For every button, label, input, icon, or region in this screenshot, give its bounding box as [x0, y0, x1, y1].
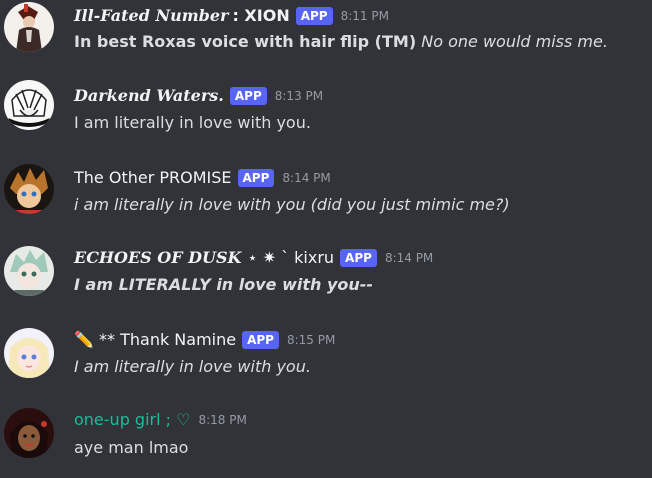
message-text: i am literally in love with you (did you… — [74, 195, 510, 214]
timestamp: 8:15 PM — [286, 332, 336, 347]
message-content: I am literally in love with you. — [74, 357, 311, 376]
message-header: ECHOES OF DUSK ⋆ ✷ ` kixru APP 8:14 PM — [74, 248, 433, 267]
timestamp: 8:14 PM — [384, 250, 434, 265]
username[interactable]: ✏️ ** Thank Namine — [74, 330, 236, 349]
message-text-italic: No one would miss me. — [421, 32, 608, 51]
app-badge: APP — [229, 86, 267, 105]
timestamp: 8:13 PM — [274, 88, 324, 103]
app-badge: APP — [295, 6, 333, 25]
message-content: I am LITERALLY in love with you-- — [74, 275, 373, 294]
message-item: Ill-Fated Number: XION APP 8:11 PM In be… — [0, 0, 652, 60]
avatar[interactable] — [4, 164, 54, 214]
timestamp: 8:18 PM — [198, 412, 247, 427]
message-text: I am literally in love with you. — [74, 357, 311, 376]
message-header: one-up girl ; ♡ 8:18 PM — [74, 410, 247, 429]
message-text: I am LITERALLY in love with you-- — [74, 275, 374, 294]
message-item: The Other PROMISE APP 8:14 PM i am liter… — [0, 164, 652, 224]
username[interactable]: The Other PROMISE — [74, 168, 232, 187]
username[interactable]: one-up girl ; ♡ — [74, 410, 190, 429]
message-text-bold: In best Roxas voice with hair flip (TM) — [74, 32, 417, 51]
username[interactable]: ECHOES OF DUSK — [74, 248, 241, 267]
timestamp: 8:14 PM — [282, 170, 331, 185]
username-suffix[interactable]: ⋆ ✷ ` kixru — [247, 248, 334, 267]
message-text: aye man lmao — [74, 438, 189, 457]
message-content: In best Roxas voice with hair flip (TM) … — [74, 32, 608, 51]
message-header: Ill-Fated Number: XION APP 8:11 PM — [74, 6, 389, 25]
avatar[interactable] — [4, 2, 54, 52]
message-item: ECHOES OF DUSK ⋆ ✷ ` kixru APP 8:14 PM I … — [0, 246, 652, 306]
message-header: Darkend Waters. APP 8:13 PM — [74, 86, 323, 105]
app-badge: APP — [242, 330, 279, 349]
message-item: ✏️ ** Thank Namine APP 8:15 PM I am lite… — [0, 328, 652, 388]
timestamp: 8:11 PM — [340, 8, 389, 23]
username-suffix[interactable]: : XION — [232, 6, 289, 25]
message-item: one-up girl ; ♡ 8:18 PM aye man lmao — [0, 408, 652, 468]
app-badge: APP — [237, 168, 275, 187]
message-text: I am literally in love with you. — [74, 113, 311, 132]
message-content: i am literally in love with you (did you… — [74, 195, 510, 214]
message-content: I am literally in love with you. — [74, 113, 311, 132]
username[interactable]: Darkend Waters. — [74, 86, 224, 105]
avatar[interactable] — [4, 80, 54, 130]
chat-message-list: Ill-Fated Number: XION APP 8:11 PM In be… — [0, 0, 652, 478]
message-item: Darkend Waters. APP 8:13 PM I am literal… — [0, 80, 652, 140]
avatar[interactable] — [4, 408, 54, 458]
avatar[interactable] — [4, 328, 54, 378]
message-header: ✏️ ** Thank Namine APP 8:15 PM — [74, 330, 335, 349]
app-badge: APP — [340, 248, 377, 267]
message-header: The Other PROMISE APP 8:14 PM — [74, 168, 331, 187]
avatar[interactable] — [4, 246, 54, 296]
message-content: aye man lmao — [74, 438, 188, 457]
username[interactable]: Ill-Fated Number — [74, 6, 228, 25]
